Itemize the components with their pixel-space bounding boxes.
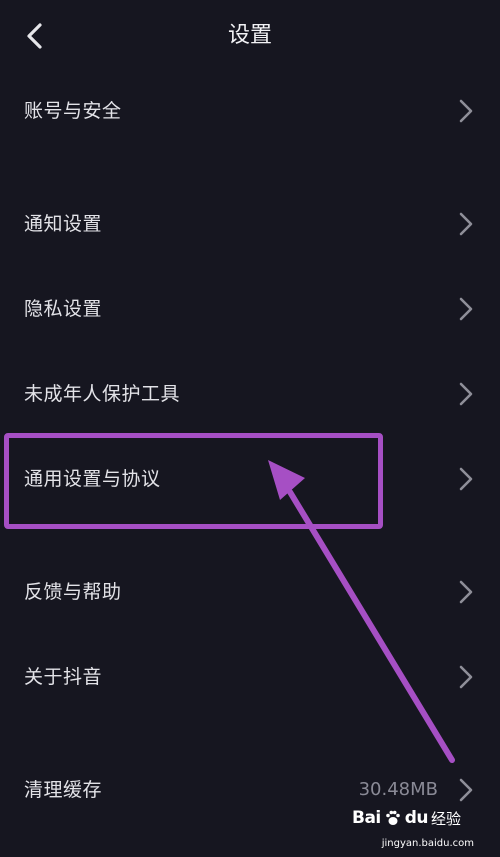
watermark-url: jingyan.baidu.com xyxy=(381,838,474,849)
settings-row-general-agreements[interactable]: 通用设置与协议 xyxy=(0,440,500,518)
row-label: 未成年人保护工具 xyxy=(24,383,181,405)
row-label: 通用设置与协议 xyxy=(24,468,161,490)
settings-screen: 设置 账号与安全 通知设置 隐私设置 未成年人保护工具 通用设置与协议 反馈与帮… xyxy=(0,0,500,857)
page-title: 设置 xyxy=(227,23,272,48)
chevron-right-icon xyxy=(459,297,473,321)
chevron-right-icon xyxy=(459,467,473,491)
chevron-right-icon xyxy=(459,212,473,236)
row-label: 反馈与帮助 xyxy=(24,581,122,603)
settings-row-minor-protection[interactable]: 未成年人保护工具 xyxy=(0,355,500,433)
settings-row-feedback-help[interactable]: 反馈与帮助 xyxy=(0,553,500,631)
settings-row-clear-cache[interactable]: 清理缓存 30.48MB xyxy=(0,751,500,829)
chevron-right-icon xyxy=(459,580,473,604)
row-label: 通知设置 xyxy=(24,213,103,235)
chevron-right-icon xyxy=(459,99,473,123)
chevron-right-icon xyxy=(459,382,473,406)
row-label: 清理缓存 xyxy=(24,779,103,801)
chevron-left-icon xyxy=(27,23,42,49)
settings-row-about[interactable]: 关于抖音 xyxy=(0,638,500,716)
header: 设置 xyxy=(0,0,500,72)
row-label: 隐私设置 xyxy=(24,298,103,320)
settings-row-account-security[interactable]: 账号与安全 xyxy=(0,72,500,150)
chevron-right-icon xyxy=(459,665,473,689)
chevron-right-icon xyxy=(459,778,473,802)
back-button[interactable] xyxy=(14,16,54,56)
row-label: 关于抖音 xyxy=(24,666,103,688)
cache-size-value: 30.48MB xyxy=(358,779,438,800)
row-label: 账号与安全 xyxy=(24,100,122,122)
settings-row-notifications[interactable]: 通知设置 xyxy=(0,185,500,263)
settings-row-privacy[interactable]: 隐私设置 xyxy=(0,270,500,348)
